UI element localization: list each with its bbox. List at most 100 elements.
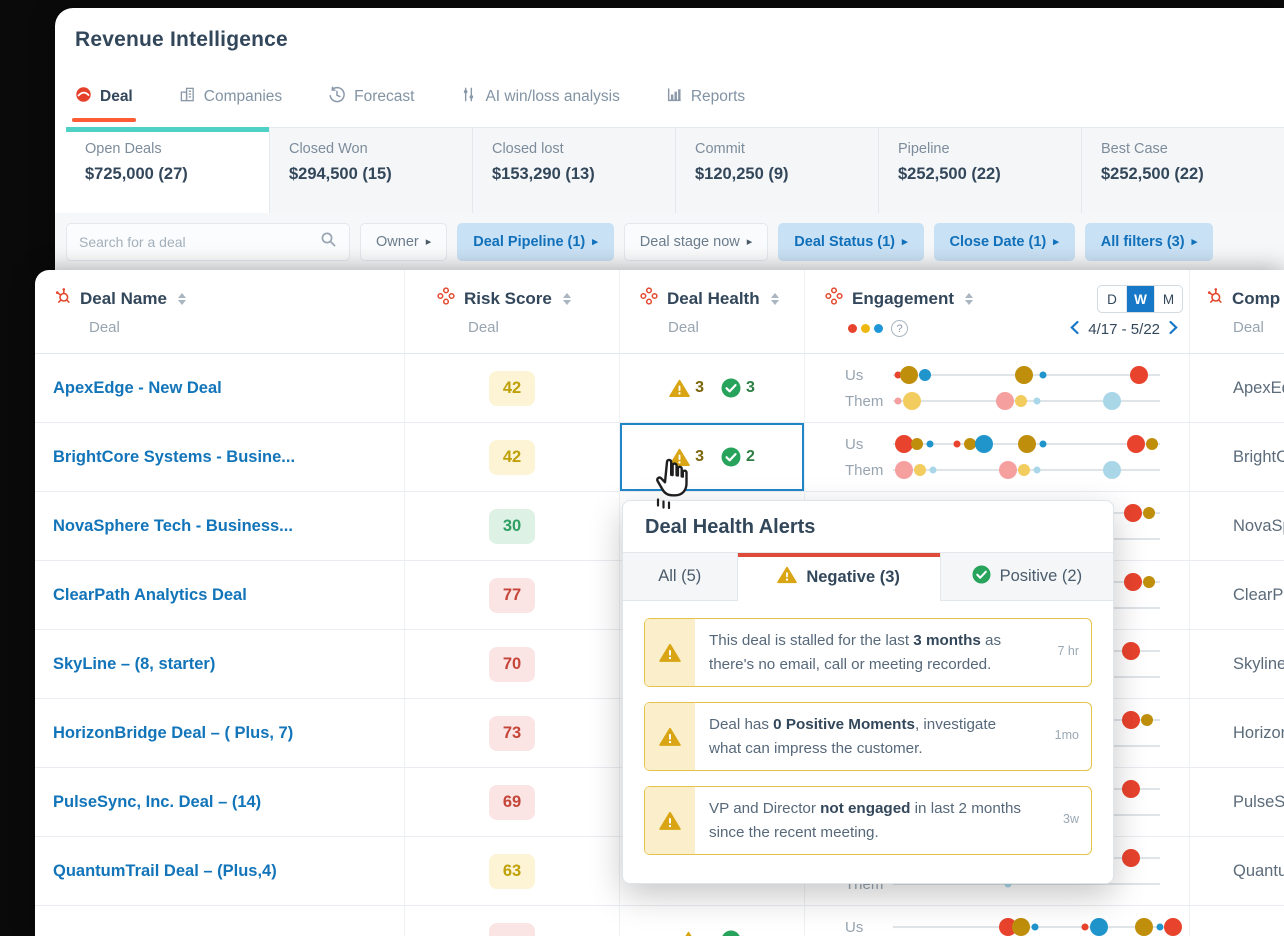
forecast-icon	[328, 85, 346, 109]
filter-owner[interactable]: Owner ▸	[360, 223, 448, 261]
summary-card-best-case[interactable]: Best Case $252,500 (22)	[1080, 127, 1284, 213]
activity-dot	[1102, 461, 1121, 479]
positive-alert-count: 3	[746, 379, 755, 396]
companies-icon	[179, 86, 196, 108]
ai-winloss-icon	[460, 86, 477, 108]
caret-icon: ▸	[592, 235, 598, 248]
activity-dot	[1134, 918, 1153, 936]
deal-name-link[interactable]: ClearPath Analytics Deal	[53, 586, 247, 605]
summary-card-pipeline[interactable]: Pipeline $252,500 (22)	[877, 127, 1081, 213]
us-label: Us	[845, 435, 864, 453]
tab-ai-winloss[interactable]: AI win/loss analysis	[460, 82, 620, 112]
alert-timestamp: 1mo	[1054, 728, 1079, 743]
activity-dot	[1121, 642, 1140, 660]
activity-dot	[1039, 371, 1047, 379]
activity-dot	[1124, 573, 1143, 591]
chevron-right-icon[interactable]	[1168, 320, 1179, 339]
column-header-deal-name[interactable]: Deal Name Deal	[35, 270, 405, 353]
caret-icon: ▸	[1053, 235, 1059, 248]
company-name-cell: QuantumTrail	[1233, 861, 1284, 880]
activity-dot	[1121, 711, 1140, 729]
warning-icon	[645, 619, 695, 687]
activity-dot	[1039, 440, 1047, 448]
deal-name-link[interactable]: QuantumTrail Deal – (Plus,4)	[53, 862, 277, 881]
alerts-tab-negative[interactable]: Negative (3)	[737, 553, 941, 601]
filter-all-filters[interactable]: All filters (3) ▸	[1084, 223, 1214, 261]
deal-icon	[75, 86, 92, 108]
screen: Revenue Intelligence Deal Companies Fore…	[0, 0, 1284, 936]
deal-health-cell[interactable]: 3 2	[620, 423, 805, 491]
reports-icon	[666, 86, 683, 108]
filter-deal-stage[interactable]: Deal stage now ▸	[623, 223, 769, 261]
activity-dot	[1143, 576, 1156, 588]
tab-companies[interactable]: Companies	[179, 82, 282, 112]
filter-close-date[interactable]: Close Date (1) ▸	[933, 223, 1075, 261]
tab-deal[interactable]: Deal	[72, 82, 136, 122]
tab-reports[interactable]: Reports	[666, 82, 745, 112]
alerts-tab-positive[interactable]: Positive (2)	[940, 553, 1113, 601]
activity-dot	[900, 366, 919, 384]
activity-dot	[1081, 923, 1089, 931]
deal-name-link[interactable]: BrightCore Systems - Busine...	[53, 448, 295, 467]
column-header-engagement[interactable]: Engagement ? DWM 4/17 - 5/22	[805, 270, 1190, 353]
engagement-cell[interactable]: Us Them	[805, 906, 1190, 936]
sort-control[interactable]	[965, 292, 974, 305]
activity-dot	[1145, 438, 1158, 450]
filter-deal-status[interactable]: Deal Status (1) ▸	[778, 223, 924, 261]
activity-dot	[911, 438, 924, 450]
deal-name-link[interactable]: HorizonBridge Deal – ( Plus, 7)	[53, 724, 293, 743]
engagement-cell[interactable]: Us Them	[805, 354, 1190, 422]
deal-health-cell[interactable]	[620, 906, 805, 936]
column-header-risk-score[interactable]: Risk Score Deal	[405, 270, 620, 353]
search-icon	[320, 231, 337, 253]
activity-dot	[1031, 923, 1038, 931]
summary-card-closed-won[interactable]: Closed Won $294,500 (15)	[268, 127, 472, 213]
help-icon[interactable]: ?	[891, 320, 908, 337]
hubspot-sprocket-icon	[53, 287, 71, 310]
summary-card-commit[interactable]: Commit $120,250 (9)	[674, 127, 878, 213]
activity-dot	[1143, 507, 1156, 519]
alert-message: VP and Director not engaged in last 2 mo…	[709, 800, 1022, 841]
sort-control[interactable]	[562, 292, 571, 305]
toggle-option-m[interactable]: M	[1154, 286, 1182, 312]
activity-dot	[953, 440, 961, 448]
tab-forecast[interactable]: Forecast	[328, 82, 414, 112]
deal-health-cell[interactable]: 3 3	[620, 354, 805, 422]
activity-dot	[1124, 504, 1143, 522]
activity-dot	[1121, 780, 1140, 798]
filter-deal-pipeline[interactable]: Deal Pipeline (1) ▸	[457, 223, 614, 261]
us-label: Us	[845, 918, 864, 936]
date-range-nav: 4/17 - 5/22	[1069, 320, 1179, 339]
column-header-deal-health[interactable]: Deal Health Deal	[620, 270, 805, 353]
warning-icon	[645, 787, 695, 855]
search-input[interactable]	[79, 234, 320, 250]
deal-name-link[interactable]: SkyLine – (8, starter)	[53, 655, 215, 674]
sort-control[interactable]	[177, 292, 186, 305]
column-header-company[interactable]: Comp Deal	[1190, 270, 1284, 353]
deal-name-link[interactable]: NovaSphere Tech - Business...	[53, 517, 293, 536]
alerts-tab-all[interactable]: All (5)	[623, 553, 738, 601]
engagement-cell[interactable]: Us Them	[805, 423, 1190, 491]
toggle-option-w[interactable]: W	[1126, 286, 1154, 312]
risk-score-badge: 42	[489, 370, 535, 406]
activity-dot	[894, 397, 902, 405]
filter-bar: Owner▸ Deal Pipeline (1)▸ Deal stage now…	[55, 213, 1284, 270]
deal-health-alerts-popup: Deal Health Alerts All (5) Negative (3) …	[622, 500, 1114, 884]
summary-card-closed-lost[interactable]: Closed lost $153,290 (13)	[471, 127, 675, 213]
alert-message: This deal is stalled for the last 3 mont…	[709, 632, 1002, 673]
chevron-left-icon[interactable]	[1069, 320, 1080, 339]
toggle-option-d[interactable]: D	[1098, 286, 1126, 312]
risk-score-badge: 77	[489, 577, 535, 613]
summary-card-open-deals[interactable]: Open Deals $725,000 (27)	[66, 127, 269, 213]
hubspot-sprocket-icon	[1205, 287, 1223, 310]
deal-name-link[interactable]: ApexEdge - New Deal	[53, 379, 222, 398]
sort-control[interactable]	[770, 292, 779, 305]
deal-name-link[interactable]: PulseSync, Inc. Deal – (14)	[53, 793, 261, 812]
warning-icon	[669, 379, 690, 398]
risk-score-badge: 63	[489, 853, 535, 889]
activity-dot	[1140, 714, 1153, 726]
deal-search[interactable]	[66, 223, 350, 261]
company-name-cell: ApexEdge	[1233, 378, 1284, 397]
negative-alert-count: 3	[695, 448, 704, 465]
risk-score-badge: 70	[489, 646, 535, 682]
